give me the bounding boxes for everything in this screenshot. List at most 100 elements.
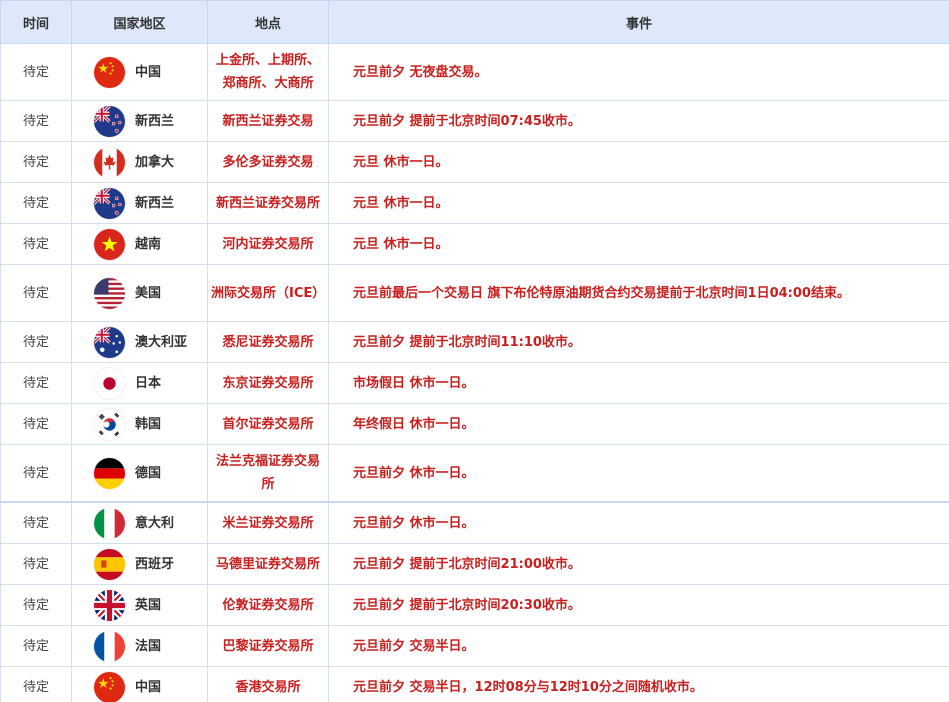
- uk-flag-icon: [94, 590, 125, 621]
- table-row: 待定 西班牙 马德里证券交易所 元旦前夕 提前于北京时间21:00收市。: [0, 543, 949, 585]
- usa-flag-icon: [94, 278, 125, 309]
- australia-flag-icon: [94, 327, 125, 358]
- country-name: 德国: [135, 465, 162, 481]
- location-cell: 新西兰证券交易所: [207, 182, 329, 224]
- region-cell: 英国: [71, 584, 208, 626]
- header-region: 国家地区: [71, 0, 208, 44]
- time-cell: 待定: [0, 584, 72, 626]
- event-cell: 元旦前夕 休市一日。: [328, 444, 949, 503]
- event-cell: 元旦 休市一日。: [328, 223, 949, 265]
- region-cell: 越南: [71, 223, 208, 265]
- country-name: 新西兰: [135, 113, 175, 129]
- country-name: 中国: [135, 679, 162, 695]
- location-cell: 巴黎证券交易所: [207, 625, 329, 667]
- table-row: 待定 澳大利亚 悉尼证券交易所 元旦前夕 提前于北京时间11:10收市。: [0, 321, 949, 363]
- event-cell: 元旦前夕 提前于北京时间21:00收市。: [328, 543, 949, 585]
- region-cell: 新西兰: [71, 182, 208, 224]
- region-cell: 法国: [71, 625, 208, 667]
- location-cell: 上金所、上期所、郑商所、大商所: [207, 43, 329, 101]
- table-row: 待定 日本 东京证券交易所 市场假日 休市一日。: [0, 362, 949, 404]
- table-row: 待定 英国 伦敦证券交易所 元旦前夕 提前于北京时间20:30收市。: [0, 584, 949, 626]
- vietnam-flag-icon: [94, 229, 125, 260]
- country-name: 越南: [135, 236, 162, 252]
- time-cell: 待定: [0, 321, 72, 363]
- time-cell: 待定: [0, 141, 72, 183]
- country-name: 法国: [135, 638, 162, 654]
- japan-flag-icon: [94, 368, 125, 399]
- time-cell: 待定: [0, 223, 72, 265]
- region-cell: 中国: [71, 666, 208, 702]
- france-flag-icon: [94, 631, 125, 662]
- location-cell: 香港交易所: [207, 666, 329, 702]
- event-cell: 元旦前夕 提前于北京时间20:30收市。: [328, 584, 949, 626]
- country-name: 中国: [135, 64, 162, 80]
- italy-flag-icon: [94, 508, 125, 539]
- holiday-schedule-page: 时间 国家地区 地点 事件 待定 中国 上金所、上期所、郑商所、大商所 元旦前夕…: [0, 0, 949, 702]
- table-row: 待定 中国 上金所、上期所、郑商所、大商所 元旦前夕 无夜盘交易。: [0, 43, 949, 101]
- time-cell: 待定: [0, 444, 72, 503]
- time-cell: 待定: [0, 100, 72, 142]
- header-event: 事件: [328, 0, 949, 44]
- region-cell: 韩国: [71, 403, 208, 445]
- location-cell: 多伦多证券交易: [207, 141, 329, 183]
- table-row: 待定 新西兰 新西兰证券交易所 元旦 休市一日。: [0, 182, 949, 224]
- germany-flag-icon: [94, 458, 125, 489]
- region-cell: 加拿大: [71, 141, 208, 183]
- event-cell: 元旦前夕 交易半日，12时08分与12时10分之间随机收市。: [328, 666, 949, 702]
- location-cell: 洲际交易所（ICE）: [207, 264, 329, 322]
- event-cell: 市场假日 休市一日。: [328, 362, 949, 404]
- spain-flag-icon: [94, 549, 125, 580]
- region-cell: 意大利: [71, 501, 208, 544]
- new-zealand-flag-icon: [94, 106, 125, 137]
- table-row: 待定 美国 洲际交易所（ICE） 元旦前最后一个交易日 旗下布伦特原油期货合约交…: [0, 264, 949, 322]
- time-cell: 待定: [0, 182, 72, 224]
- time-cell: 待定: [0, 501, 72, 544]
- location-cell: 马德里证券交易所: [207, 543, 329, 585]
- china-flag-icon: [94, 57, 125, 88]
- event-cell: 元旦 休市一日。: [328, 182, 949, 224]
- table-row: 待定 法国 巴黎证券交易所 元旦前夕 交易半日。: [0, 625, 949, 667]
- table-row: 待定 韩国 首尔证券交易所 年终假日 休市一日。: [0, 403, 949, 445]
- region-cell: 德国: [71, 444, 208, 503]
- table-row: 待定 意大利 米兰证券交易所 元旦前夕 休市一日。: [0, 501, 949, 544]
- time-cell: 待定: [0, 43, 72, 101]
- region-cell: 日本: [71, 362, 208, 404]
- region-cell: 澳大利亚: [71, 321, 208, 363]
- location-cell: 伦敦证券交易所: [207, 584, 329, 626]
- event-cell: 元旦前夕 提前于北京时间07:45收市。: [328, 100, 949, 142]
- location-cell: 米兰证券交易所: [207, 501, 329, 544]
- china-flag-icon: [94, 672, 125, 702]
- table-header-row: 时间 国家地区 地点 事件: [0, 0, 949, 44]
- time-cell: 待定: [0, 666, 72, 702]
- table-row: 待定 加拿大 多伦多证券交易 元旦 休市一日。: [0, 141, 949, 183]
- table-row: 待定 新西兰 新西兰证券交易 元旦前夕 提前于北京时间07:45收市。: [0, 100, 949, 142]
- header-location: 地点: [207, 0, 329, 44]
- event-cell: 元旦前夕 休市一日。: [328, 501, 949, 544]
- canada-flag-icon: [94, 147, 125, 178]
- region-cell: 美国: [71, 264, 208, 322]
- event-cell: 元旦前夕 无夜盘交易。: [328, 43, 949, 101]
- country-name: 韩国: [135, 416, 162, 432]
- event-cell: 元旦前最后一个交易日 旗下布伦特原油期货合约交易提前于北京时间1日04:00结束…: [328, 264, 949, 322]
- location-cell: 法兰克福证券交易所: [207, 444, 329, 503]
- country-name: 新西兰: [135, 195, 175, 211]
- event-cell: 元旦前夕 交易半日。: [328, 625, 949, 667]
- table-row: 待定 德国 法兰克福证券交易所 元旦前夕 休市一日。: [0, 444, 949, 503]
- header-time: 时间: [0, 0, 72, 44]
- time-cell: 待定: [0, 362, 72, 404]
- region-cell: 中国: [71, 43, 208, 101]
- location-cell: 河内证券交易所: [207, 223, 329, 265]
- time-cell: 待定: [0, 543, 72, 585]
- country-name: 西班牙: [135, 556, 175, 572]
- country-name: 美国: [135, 285, 162, 301]
- location-cell: 首尔证券交易所: [207, 403, 329, 445]
- country-name: 日本: [135, 375, 162, 391]
- korea-flag-icon: [94, 409, 125, 440]
- event-cell: 元旦前夕 提前于北京时间11:10收市。: [328, 321, 949, 363]
- region-cell: 西班牙: [71, 543, 208, 585]
- table-row: 待定 中国 香港交易所 元旦前夕 交易半日，12时08分与12时10分之间随机收…: [0, 666, 949, 702]
- event-cell: 元旦 休市一日。: [328, 141, 949, 183]
- country-name: 加拿大: [135, 154, 175, 170]
- event-cell: 年终假日 休市一日。: [328, 403, 949, 445]
- country-name: 澳大利亚: [135, 334, 188, 350]
